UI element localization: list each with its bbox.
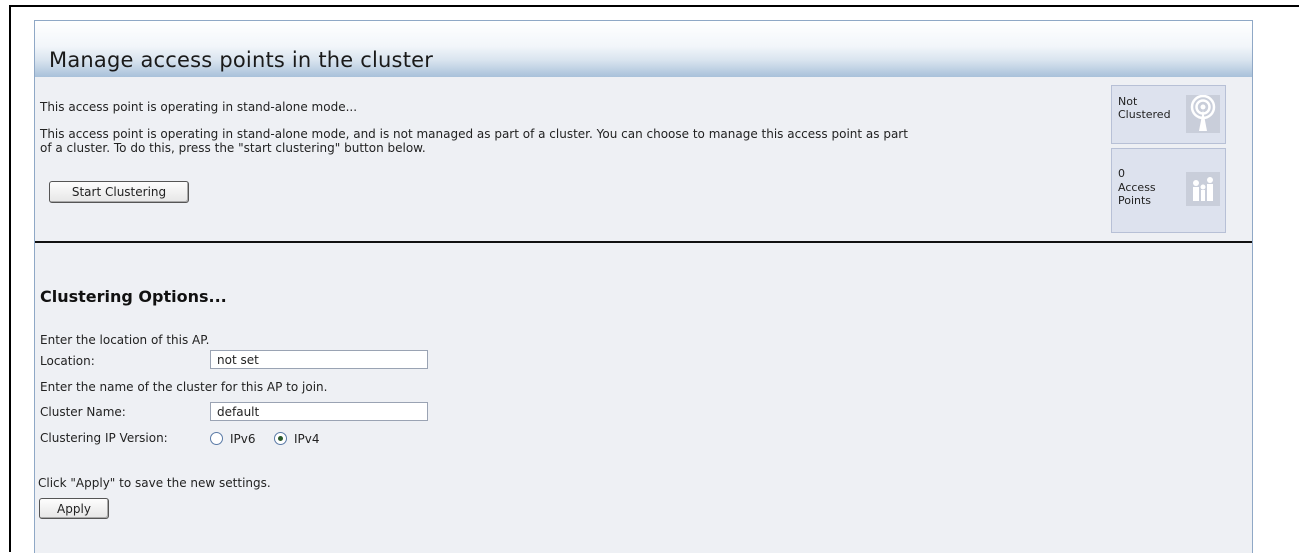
cluster-status-line2: Clustered xyxy=(1118,108,1171,121)
section-divider xyxy=(35,241,1252,243)
access-point-count: 0 xyxy=(1118,167,1125,180)
ipv4-label: IPv4 xyxy=(294,432,320,446)
section-title: Clustering Options... xyxy=(40,287,227,306)
antenna-icon xyxy=(1186,95,1220,133)
location-label: Location: xyxy=(40,354,95,368)
access-point-count-line2: Access xyxy=(1118,181,1156,194)
radio-selected-dot xyxy=(278,436,283,441)
people-icon xyxy=(1186,172,1220,206)
outer-border-top xyxy=(9,5,1299,7)
apply-prompt: Click "Apply" to save the new settings. xyxy=(38,476,271,490)
cluster-status-box: Not Clustered xyxy=(1111,85,1226,144)
start-clustering-button[interactable]: Start Clustering xyxy=(49,181,189,203)
cluster-name-label: Cluster Name: xyxy=(40,405,126,419)
cluster-status-line1: Not xyxy=(1118,95,1138,108)
status-summary: This access point is operating in stand-… xyxy=(40,100,358,114)
access-point-count-line3: Points xyxy=(1118,194,1152,207)
main-panel: Manage access points in the cluster This… xyxy=(34,20,1253,553)
ipv6-label: IPv6 xyxy=(230,432,256,446)
cluster-name-prompt: Enter the name of the cluster for this A… xyxy=(40,380,328,394)
ip-version-label: Clustering IP Version: xyxy=(40,431,168,445)
ipv4-radio[interactable] xyxy=(274,432,287,445)
page-title: Manage access points in the cluster xyxy=(49,48,434,72)
title-bar: Manage access points in the cluster xyxy=(35,21,1252,77)
access-points-count-box: 0 Access Points xyxy=(1111,148,1226,233)
location-prompt: Enter the location of this AP. xyxy=(40,333,210,347)
apply-button[interactable]: Apply xyxy=(39,498,109,519)
status-description-line2: of a cluster. To do this, press the "sta… xyxy=(40,141,426,155)
ipv6-radio[interactable] xyxy=(210,432,223,445)
location-input[interactable] xyxy=(210,350,428,369)
outer-border-left xyxy=(9,5,11,552)
cluster-name-input[interactable] xyxy=(210,402,428,421)
